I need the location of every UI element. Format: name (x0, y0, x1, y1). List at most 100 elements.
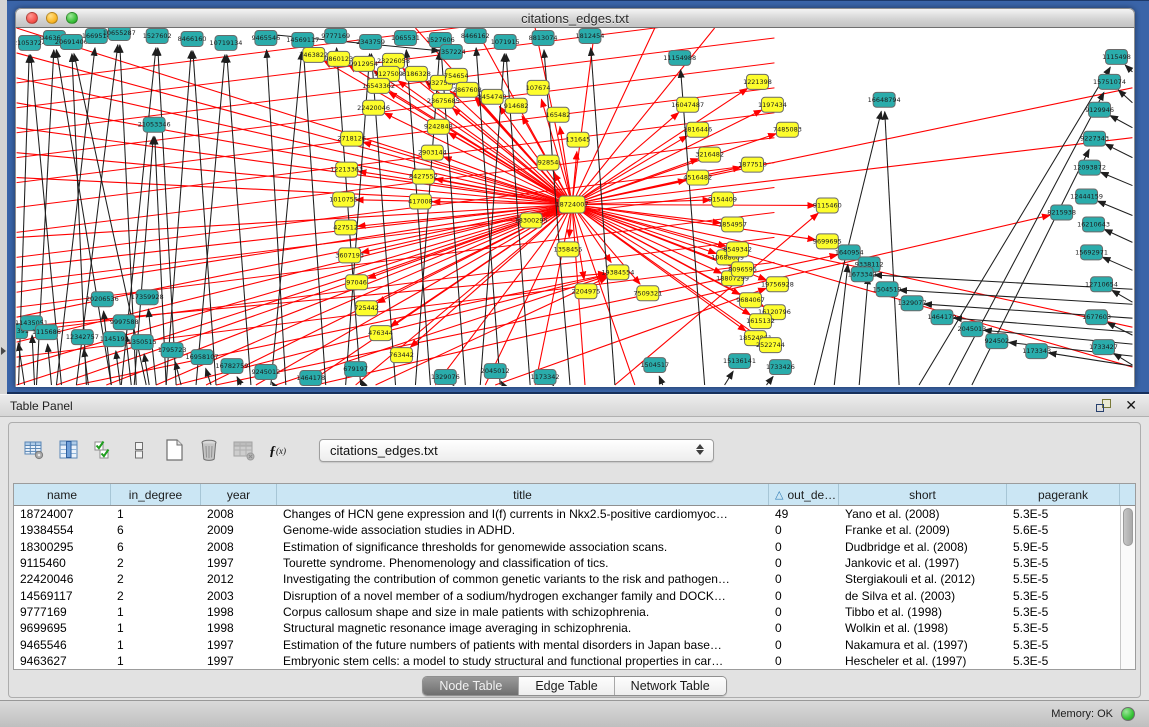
graph-node[interactable]: 12342757 (66, 330, 99, 345)
graph-node[interactable]: 1145193 (100, 332, 129, 347)
table-row[interactable]: 969969511998Structural magnetic resonanc… (14, 620, 1135, 636)
graph-node[interactable]: 9129946 (1085, 102, 1114, 117)
graph-node[interactable]: 1733427 (1089, 340, 1118, 355)
graph-node[interactable]: 914682 (504, 98, 529, 113)
graph-node[interactable]: 9227343 (1080, 131, 1109, 146)
graph-node[interactable]: 476344 (368, 326, 393, 341)
graph-node[interactable]: 9997588 (110, 315, 139, 330)
graph-node[interactable]: 1071915 (491, 34, 520, 49)
graph-node[interactable]: 165482 (546, 107, 571, 122)
graph-node[interactable]: 8549342 (723, 242, 752, 257)
graph-node[interactable]: 9245012 (251, 365, 280, 380)
graph-node[interactable]: 1527602 (143, 28, 172, 43)
graph-node[interactable]: 8427552 (409, 169, 438, 184)
table-options-button[interactable] (21, 437, 47, 463)
graph-node[interactable]: 97046 (346, 275, 368, 290)
graph-node[interactable]: 20206536 (86, 292, 119, 307)
column-header-name[interactable]: name (14, 484, 111, 505)
graph-node[interactable]: 1329076 (431, 370, 460, 385)
graph-node[interactable]: 15136141 (723, 354, 756, 369)
graph-node[interactable]: 7485083 (773, 122, 802, 137)
graph-node[interactable]: 1115498 (1102, 49, 1131, 64)
graph-node[interactable]: 92854 (537, 155, 559, 170)
graph-node[interactable]: 2522744 (756, 338, 785, 353)
table-scrollbar-thumb[interactable] (1123, 508, 1133, 546)
close-panel-icon[interactable]: ✕ (1125, 399, 1137, 412)
tab-node-table[interactable]: Node Table (423, 677, 519, 695)
graph-node[interactable]: 1464179 (928, 310, 957, 325)
graph-node[interactable]: 9699695 (813, 234, 842, 249)
memory-status-icon[interactable] (1121, 707, 1135, 721)
graph-node[interactable]: 2045012 (481, 364, 510, 379)
graph-node[interactable]: 9115460 (813, 198, 842, 213)
show-columns-button[interactable] (56, 437, 82, 463)
tab-edge-table[interactable]: Edge Table (519, 677, 614, 695)
graph-node[interactable]: 763442 (389, 348, 414, 363)
graph-hub-node[interactable]: 18724007 (556, 196, 589, 213)
table-row[interactable]: 946362711997Embryonic stem cells: a mode… (14, 653, 1135, 669)
function-builder-button[interactable]: ƒ (x) (266, 437, 292, 463)
graph-node[interactable]: 11154988 (663, 50, 696, 65)
column-header-year[interactable]: year (201, 484, 277, 505)
graph-node[interactable]: 12710654 (1085, 277, 1118, 292)
graph-node[interactable]: 1812454 (576, 28, 605, 43)
graph-node[interactable]: 679197 (343, 362, 368, 377)
graph-node[interactable]: 1173342 (531, 370, 560, 385)
new-column-button[interactable] (161, 437, 187, 463)
network-canvas[interactable]: 7463822986012399129542322605891275091654… (15, 28, 1135, 387)
graph-node[interactable]: 1197434 (758, 97, 787, 112)
graph-node[interactable]: 2204975 (572, 284, 601, 299)
graph-node[interactable]: 1329077 (898, 296, 927, 311)
graph-node[interactable]: 1673342 (848, 267, 877, 282)
import-table-button[interactable] (231, 437, 257, 463)
graph-node[interactable]: 9684067 (736, 293, 765, 308)
table-scrollbar[interactable] (1120, 506, 1135, 669)
table-panel-header[interactable]: Table Panel ✕ (0, 394, 1149, 417)
graph-node[interactable]: 4516482 (683, 170, 712, 185)
graph-node[interactable]: 1173343 (1022, 344, 1051, 359)
graph-node[interactable]: 7509321 (633, 286, 662, 301)
table-row[interactable]: 911546021997Tourette syndrome. Phenomeno… (14, 555, 1135, 571)
graph-node[interactable]: 107674 (526, 80, 551, 95)
table-row[interactable]: 946554611997Estimation of the future num… (14, 636, 1135, 652)
graph-node[interactable]: 1854957 (718, 217, 747, 232)
graph-node[interactable]: 16782759 (215, 359, 248, 374)
graph-node[interactable]: 2718126 (337, 131, 366, 146)
graph-node[interactable]: 8466160 (178, 31, 207, 46)
graph-node[interactable]: 9777169 (321, 28, 350, 43)
splitter-collapse-arrow[interactable] (1, 347, 6, 355)
graph-node[interactable]: 131645 (566, 132, 591, 147)
tab-network-table[interactable]: Network Table (615, 677, 726, 695)
graph-node[interactable]: 8454749 (478, 89, 507, 104)
graph-node[interactable]: 1065531 (391, 30, 420, 45)
graph-node[interactable]: 9242848 (424, 119, 453, 134)
graph-node[interactable]: 7357224 (437, 44, 466, 59)
graph-node[interactable]: 1877510 (738, 157, 767, 172)
graph-node[interactable]: 9465546 (251, 30, 280, 45)
graph-node[interactable]: 1010755 (329, 192, 358, 207)
graph-node[interactable]: 8215938 (1047, 205, 1076, 220)
citation-graph[interactable]: 7463822986012399129542322605891275091654… (16, 28, 1134, 386)
graph-node[interactable]: 1221398 (743, 74, 772, 89)
delete-columns-button[interactable] (196, 437, 222, 463)
graph-node[interactable]: 1350515 (128, 335, 157, 350)
table-row[interactable]: 2242004622012Investigating the contribut… (14, 571, 1135, 587)
graph-node[interactable]: 19756928 (761, 277, 794, 292)
graph-node[interactable]: 1677603 (1082, 310, 1111, 325)
column-header-out_de[interactable]: △out_de… (769, 484, 839, 505)
graph-node[interactable]: 9154409 (708, 192, 737, 207)
graph-node[interactable]: 3216482 (695, 147, 724, 162)
table-row[interactable]: 1830029562008Estimation of significance … (14, 539, 1135, 555)
graph-node[interactable]: 8813074 (529, 30, 558, 45)
graph-node[interactable]: 2045013 (957, 322, 986, 337)
graph-node[interactable]: 10719134 (210, 35, 243, 50)
table-row[interactable]: 977716911998Corpus callosum shape and si… (14, 604, 1135, 620)
graph-node[interactable]: 1504517 (640, 358, 669, 373)
graph-node[interactable]: 16047487 (671, 97, 704, 112)
table-row[interactable]: 1456911722003Disruption of a novel membe… (14, 587, 1135, 603)
table-row[interactable]: 1872400712008Changes of HCN gene express… (14, 506, 1135, 522)
graph-node[interactable]: 2343759 (356, 34, 385, 49)
graph-node[interactable]: 1504519 (873, 282, 902, 297)
column-header-in_degree[interactable]: in_degree (111, 484, 201, 505)
column-header-pagerank[interactable]: pagerank (1007, 484, 1120, 505)
